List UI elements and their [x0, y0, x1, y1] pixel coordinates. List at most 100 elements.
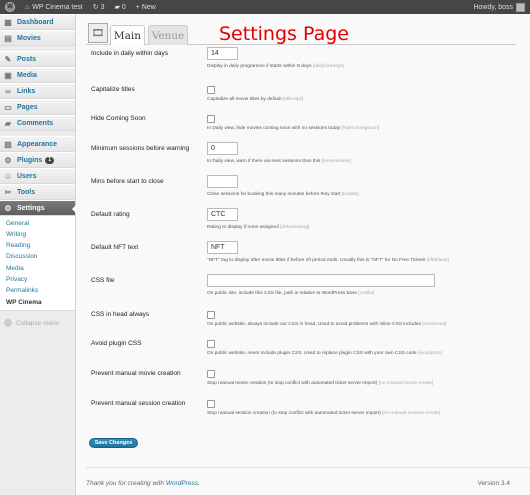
sidebar-item-media[interactable]: ▣ Media — [0, 67, 75, 83]
setting-checkbox[interactable] — [207, 340, 215, 348]
version-text: Version 3.4 — [477, 480, 510, 487]
new-content-link[interactable]: + New — [131, 0, 161, 14]
comments-count: 0 — [121, 3, 126, 11]
sidebar-item-links[interactable]: ∞ Links — [0, 83, 75, 99]
posts-icon: ✎ — [4, 54, 12, 64]
setting-label: Include in daily within days — [91, 50, 168, 57]
sidebar-item-comments[interactable]: ▰ Comments — [0, 115, 75, 131]
tab-main[interactable]: Main — [110, 25, 145, 45]
comments-icon: ▰ — [4, 118, 12, 128]
sidebar-item-users[interactable]: ☺ Users — [0, 168, 75, 184]
updates-link[interactable]: ↻ 3 — [88, 0, 110, 14]
description-text: Close sessions for booking this many min… — [207, 192, 341, 197]
submenu-item-permalinks[interactable]: Permalinks — [0, 286, 75, 297]
sidebar-item-appearance[interactable]: ▨ Appearance — [0, 136, 75, 152]
option-key: [no-manual-session-create] — [382, 411, 441, 416]
setting-description: Stop manual movie creation (to stop conf… — [207, 381, 433, 386]
setting-label: Prevent manual movie creation — [91, 370, 181, 377]
site-name-link[interactable]: ⌂ WP Cinema test — [20, 0, 88, 14]
sidebar-item-label: Users — [17, 172, 37, 180]
option-key: [avoidpcss] — [417, 351, 442, 356]
main-content: 🎞 Main Venue Settings Page Include in da… — [86, 14, 530, 495]
sidebar-item-pages[interactable]: ▭ Pages — [0, 99, 75, 115]
setting-text-input[interactable]: 14 — [207, 47, 238, 60]
setting-checkbox[interactable] — [207, 86, 215, 94]
sidebar-item-label: Plugins — [17, 156, 43, 164]
collapse-label: Collapse menu — [16, 319, 60, 327]
description-text: In Daily view, hide movies coming soon w… — [207, 126, 341, 131]
description-text: In Daily view, warn if there are less se… — [207, 159, 321, 164]
howdy-text: Howdy, boss — [473, 3, 513, 11]
film-icon: 🎞 — [88, 23, 108, 43]
sidebar-item-label: Appearance — [17, 140, 58, 148]
setting-label: Hide Coming Soon — [91, 115, 146, 122]
sidebar-item-label: Posts — [17, 55, 37, 63]
setting-checkbox[interactable] — [207, 311, 215, 319]
dashboard-icon: ▦ — [4, 17, 12, 27]
setting-label: Default rating — [91, 211, 130, 218]
setting-text-input[interactable] — [207, 175, 238, 188]
submenu-item-writing[interactable]: Writing — [0, 229, 75, 240]
plugins-update-badge: 1 — [45, 156, 55, 164]
wp-logo-menu[interactable]: W — [0, 0, 20, 14]
sidebar-item-label: Movies — [17, 34, 41, 42]
media-icon: ▣ — [4, 70, 12, 80]
description-text: Display in daily programme if starts wit… — [207, 64, 312, 69]
page-title: Settings Page — [219, 23, 349, 45]
setting-description: In Daily view, warn if there are less se… — [207, 159, 351, 164]
sidebar-item-label: Pages — [17, 103, 38, 111]
description-text: On public website, always include our CS… — [207, 322, 421, 327]
sidebar-item-dashboard[interactable]: ▦ Dashboard — [0, 14, 75, 30]
sidebar-item-posts[interactable]: ✎ Posts — [0, 51, 75, 67]
setting-checkbox[interactable] — [207, 115, 215, 123]
description-text: Capitalize all movie titles by default — [207, 97, 282, 102]
sidebar-item-settings[interactable]: ⚙ Settings — [0, 200, 76, 216]
setting-description: "NFT" tag to display after movie titles … — [207, 258, 449, 263]
submenu-item-general[interactable]: General — [0, 218, 75, 229]
setting-label: CSS in head always — [91, 311, 150, 318]
save-changes-button[interactable]: Save Changes — [89, 438, 138, 448]
sidebar-item-plugins[interactable]: ⚙ Plugins 1 — [0, 152, 75, 168]
tab-bar: 🎞 Main Venue Settings Page — [86, 20, 516, 45]
setting-description: On public website, never include plugin … — [207, 351, 442, 356]
appearance-icon: ▨ — [4, 139, 12, 149]
wordpress-link[interactable]: WordPress — [166, 480, 198, 487]
account-menu[interactable]: Howdy, boss — [468, 0, 530, 14]
setting-description: Display in daily programme if starts wit… — [207, 64, 344, 69]
setting-label: Mins before start to close — [91, 178, 164, 185]
sidebar-item-movies[interactable]: ▤ Movies — [0, 30, 75, 46]
submenu-item-privacy[interactable]: Privacy — [0, 274, 75, 285]
option-key: [dailyforedays] — [312, 64, 344, 69]
admin-bar: W ⌂ WP Cinema test ↻ 3 ▰ 0 + New Howdy, bos… — [0, 0, 530, 14]
option-key: [cssfile] — [358, 291, 375, 296]
setting-text-input[interactable]: CTC — [207, 208, 238, 221]
option-key: [nftdefault] — [426, 258, 449, 263]
setting-description: Rating to display if none assigned [defa… — [207, 225, 309, 230]
submenu-item-wp-cinema[interactable]: WP Cinema — [0, 297, 75, 308]
option-key: [no-manual-movie-create] — [378, 381, 434, 386]
updates-count: 3 — [100, 3, 105, 11]
description-text: On public website, never include plugin … — [207, 351, 417, 356]
sidebar-item-label: Links — [17, 87, 36, 95]
sidebar-item-tools[interactable]: ✂ Tools — [0, 184, 75, 200]
setting-checkbox[interactable] — [207, 370, 215, 378]
submenu-item-media[interactable]: Media — [0, 263, 75, 274]
submenu-item-discussion[interactable]: Discussion — [0, 252, 75, 263]
tab-venue[interactable]: Venue — [148, 25, 188, 45]
setting-text-input[interactable]: 0 — [207, 142, 238, 155]
sidebar-item-label: Dashboard — [17, 18, 54, 26]
setting-checkbox[interactable] — [207, 400, 215, 408]
submenu-item-reading[interactable]: Reading — [0, 241, 75, 252]
setting-label: Default NFT text — [91, 244, 139, 251]
setting-text-input[interactable]: NFT — [207, 241, 238, 254]
description-text: On public site, include this CSS file, p… — [207, 291, 358, 296]
setting-label: CSS file — [91, 277, 115, 284]
sidebar-item-label: Tools — [17, 188, 36, 196]
comments-link[interactable]: ▰ 0 — [109, 0, 130, 14]
collapse-menu-button[interactable]: Collapse menu — [0, 311, 75, 328]
users-icon: ☺ — [3, 171, 13, 181]
settings-icon: ⚙ — [4, 203, 12, 213]
admin-sidebar: ▦ Dashboard ▤ Movies ✎ Posts ▣ Media ∞ Links ▭ Page… — [0, 14, 76, 495]
setting-label: Capitalize titles — [91, 86, 135, 93]
setting-text-input[interactable] — [207, 274, 435, 287]
